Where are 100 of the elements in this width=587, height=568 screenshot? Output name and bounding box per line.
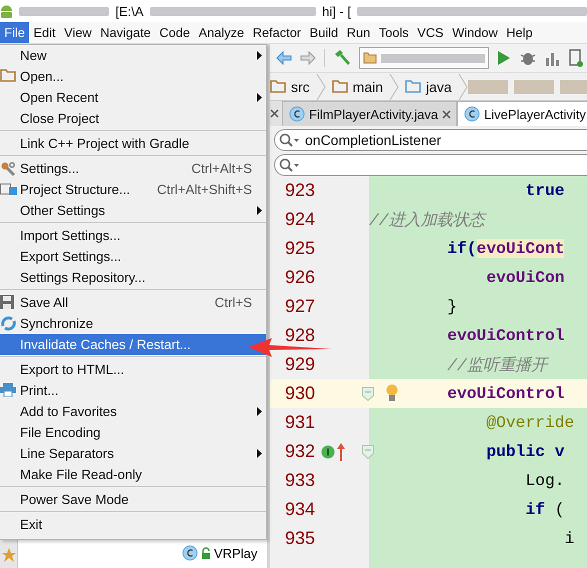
menu-item[interactable]: Add to Favorites [0,401,266,422]
menu-item[interactable]: Open Recent [0,87,266,108]
code-line: Log. [525,471,565,490]
code-line: @Override [486,413,574,432]
bar-chart-icon[interactable] [545,50,561,66]
menu-item[interactable]: Settings... Ctrl+Alt+S [0,158,266,179]
close-icon[interactable] [442,110,452,118]
menu-item[interactable]: New [0,45,266,66]
device-icon[interactable] [569,49,583,67]
search-field[interactable]: onCompletionListener [274,129,587,151]
menu-item[interactable]: Print... [0,380,266,401]
breadcrumb-item[interactable]: src [291,78,310,94]
menu-item[interactable]: Export Settings... [0,246,266,267]
star-icon[interactable] [2,548,16,562]
search-icon[interactable] [279,158,301,172]
line-number: 930 [284,383,315,404]
menu-bar-item[interactable]: Window [448,22,502,43]
menu-item[interactable]: Project Structure... Ctrl+Alt+Shift+S [0,179,266,200]
class-icon [464,106,480,122]
code-line: } [447,297,458,316]
search-icon[interactable] [279,133,301,147]
chevron-icon [389,73,400,100]
editor-tab[interactable]: LivePlayerActivity [457,101,587,126]
menu-bar-item[interactable]: Run [342,22,375,43]
menu-item[interactable]: File Encoding [0,422,266,443]
line-number: 932 [284,441,315,462]
code-comment: //监听重播开 [447,354,547,376]
line-number: 931 [284,412,315,433]
menu-bar-item[interactable]: Tools [374,22,413,43]
menu-item[interactable]: Import Settings... [0,225,266,246]
menu-item[interactable]: Open... [0,66,266,87]
shortcut-label: Ctrl+Alt+S [191,161,253,176]
menu-bar-item[interactable]: Refactor [248,22,306,43]
breadcrumb-item[interactable]: java [426,78,452,94]
code-line: evoUiControl [447,326,564,345]
window-title: hi] - [ [322,4,351,18]
menu-bar-item[interactable]: Code [155,22,194,43]
chevron-icon [316,73,326,100]
implements-icon[interactable] [321,444,335,458]
menu-item[interactable]: Invalidate Caches / Restart... [0,334,266,355]
menu-item[interactable]: Save All Ctrl+S [0,292,266,313]
line-number: 927 [284,296,315,317]
line-number: 935 [284,528,315,549]
up-arrow-icon[interactable] [337,442,345,460]
menu-bar-item[interactable]: Build [305,22,342,43]
menu-item[interactable]: Close Project [0,108,266,129]
menu-bar-item[interactable]: Analyze [194,22,248,43]
menu-item[interactable]: Line Separators [0,443,266,464]
menu-item[interactable]: Export to HTML... [0,359,266,380]
menu-item[interactable]: Link C++ Project with Gradle [0,133,266,154]
fold-marker-icon[interactable] [362,387,374,401]
play-icon[interactable] [497,50,511,66]
hammer-icon[interactable] [333,49,351,67]
menu-bar-item[interactable]: Help [502,22,537,43]
line-number: 933 [284,470,315,491]
fold-marker-icon[interactable] [362,445,374,459]
folder-icon [332,80,348,93]
breadcrumb-item[interactable]: main [352,78,384,94]
line-number: 929 [284,354,315,375]
editor-tab[interactable]: FilmPlayerActivity.java [282,101,458,126]
close-icon[interactable] [270,109,279,118]
menu-bar-item[interactable]: Edit [29,22,60,43]
run-config-dropdown[interactable] [359,47,489,69]
line-number: 923 [284,180,315,201]
line-number: 926 [284,267,315,288]
search-field[interactable] [274,154,587,176]
menu-item[interactable]: Synchronize [0,313,266,334]
menu-item[interactable]: Make File Read-only [0,464,266,485]
menu-bar-item[interactable]: Navigate [96,22,156,43]
folder-icon [405,80,422,93]
menu-bar-item[interactable]: View [60,22,96,43]
code-line: if ( [525,500,565,519]
android-icon [0,4,13,18]
menu-item[interactable]: Settings Repository... [0,267,266,288]
code-line: i [564,529,574,548]
window-title: [E:\A [115,4,144,18]
folder-icon [363,52,377,64]
menu-item[interactable]: Exit [0,514,266,535]
menu-item[interactable]: Power Save Mode [0,489,266,510]
menu-item[interactable]: Other Settings [0,200,266,221]
lightbulb-icon[interactable] [386,384,398,402]
printer-icon [0,383,16,397]
sync-icon [0,316,17,331]
forward-arrow-icon[interactable] [300,51,316,65]
line-number: 928 [284,325,315,346]
menu-bar-item[interactable]: VCS [412,22,448,43]
code-line: if(evoUiCont [447,239,564,258]
line-number: 925 [284,238,315,259]
menu-bar-item[interactable]: File [0,22,30,43]
code-line: true [525,181,565,200]
code-comment: //进入加载状态 [369,210,485,230]
line-number: 924 [284,209,315,230]
folder-icon [0,69,16,82]
structure-icon [0,182,17,196]
code-line: evoUiControl [447,384,564,403]
lock-icon [201,547,211,559]
class-icon [182,545,198,561]
wrench-gear-icon [0,161,16,177]
back-arrow-icon[interactable] [276,51,292,65]
tree-item[interactable]: VRPlay [214,546,258,560]
